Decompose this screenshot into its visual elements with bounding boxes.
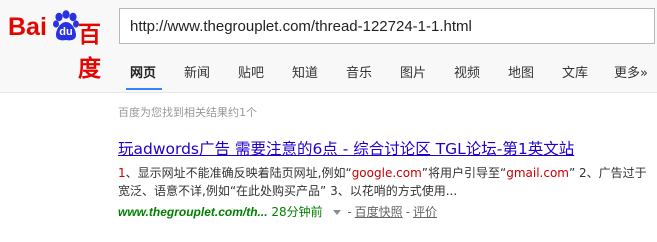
search-result: 玩adwords广告 需要注意的6点 - 综合讨论区 TGL论坛-第1英文站 1… [118, 137, 653, 220]
tab-wenku[interactable]: 文库 [562, 62, 588, 81]
tab-music[interactable]: 音乐 [346, 62, 372, 81]
logo-text-bai: Bai [8, 13, 47, 41]
tab-more[interactable]: 更多» [614, 62, 648, 81]
active-tab-indicator [126, 88, 162, 90]
snippet-highlight: 1 [118, 166, 126, 180]
tab-web-label: 网页 [130, 66, 157, 81]
dropdown-arrow-icon[interactable] [332, 210, 341, 215]
result-time: 28分钟前 [271, 205, 323, 219]
tab-news[interactable]: 新闻 [184, 62, 210, 81]
tab-video[interactable]: 视频 [454, 62, 480, 81]
snippet-text: 、显示网址不能准确反映着陆页网址,例如“ [125, 166, 352, 180]
result-title-link[interactable]: 玩adwords广告 需要注意的6点 - 综合讨论区 TGL论坛-第1英文站 [118, 137, 653, 159]
result-url: www.thegrouplet.com/th... [118, 205, 268, 219]
separator: - [405, 205, 411, 219]
tab-web[interactable]: 网页 [130, 62, 156, 81]
snippet-text: ”将用户引导至“ [421, 166, 507, 180]
result-snippet: 1、显示网址不能准确反映着陆页网址,例如“google.com”将用户引导至“g… [118, 164, 653, 200]
cache-snapshot-link[interactable]: 百度快照 [355, 205, 403, 219]
tab-zhidao[interactable]: 知道 [292, 62, 318, 81]
header: Bai du 百度 网页 新闻 贴吧 知道 音乐 图片 视频 地图 文库 更多» [0, 0, 657, 93]
snippet-highlight: google.com [351, 166, 422, 180]
logo-text-baidu-cn: 百度 [78, 21, 101, 81]
result-url-line: www.thegrouplet.com/th... 28分钟前 - 百度快照 - 评价 [118, 203, 653, 220]
search-box[interactable] [119, 8, 655, 44]
tab-images[interactable]: 图片 [400, 62, 426, 81]
search-input[interactable] [120, 9, 654, 43]
snippet-highlight: gmail.com [506, 166, 569, 180]
separator: - [347, 205, 352, 219]
tab-tieba[interactable]: 贴吧 [238, 62, 264, 81]
logo-text-du: du [59, 26, 73, 38]
review-link[interactable]: 评价 [413, 205, 437, 219]
tab-map[interactable]: 地图 [508, 62, 534, 81]
result-stats: 百度为您找到相关结果约1个 [118, 106, 257, 119]
baidu-logo[interactable]: Bai du 百度 [8, 10, 116, 81]
